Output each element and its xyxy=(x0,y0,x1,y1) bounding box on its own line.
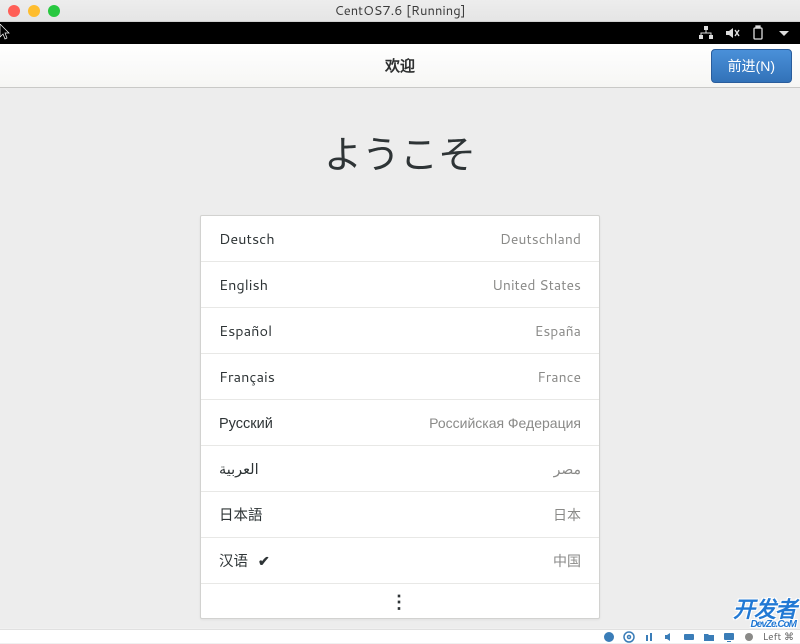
language-name: Deutsch xyxy=(219,228,275,249)
language-row[interactable]: 汉语 ✔ 中国 xyxy=(201,538,599,584)
window-controls xyxy=(8,5,60,17)
host-key-label: Left ⌘ xyxy=(763,630,794,644)
language-name: 日本語 xyxy=(219,504,263,525)
language-name: English xyxy=(219,274,268,295)
language-region: Deutschland xyxy=(500,229,581,249)
language-row[interactable]: Español España xyxy=(201,308,599,354)
language-row[interactable]: English United States xyxy=(201,262,599,308)
language-name: العربية xyxy=(219,458,259,479)
language-name: Русский xyxy=(219,412,273,433)
check-icon: ✔ xyxy=(258,551,270,571)
language-list: Deutsch Deutschland English United States Es… xyxy=(200,215,600,619)
language-region: 中国 xyxy=(553,551,581,571)
language-region: 日本 xyxy=(553,505,581,525)
hard-disk-icon[interactable] xyxy=(603,631,615,643)
language-region: Российская Федерация xyxy=(429,413,581,433)
close-window-button[interactable] xyxy=(8,5,20,17)
battery-icon[interactable] xyxy=(750,25,766,41)
window-title: CentOS7.6 [Running] xyxy=(0,2,800,20)
language-row[interactable]: Русский Российская Федерация xyxy=(201,400,599,446)
language-region: España xyxy=(535,321,581,341)
audio-icon[interactable] xyxy=(663,631,675,643)
usb-icon[interactable] xyxy=(643,631,655,643)
welcome-heading: ようこそ xyxy=(324,124,476,179)
network-icon[interactable] xyxy=(698,25,714,41)
language-row[interactable]: العربية مصر xyxy=(201,446,599,492)
optical-disk-icon[interactable] xyxy=(623,631,635,643)
header-title: 欢迎 xyxy=(0,55,800,76)
language-region: France xyxy=(537,367,581,387)
language-region: مصر xyxy=(554,459,581,479)
language-row[interactable]: Français France xyxy=(201,354,599,400)
recording-icon[interactable] xyxy=(743,631,755,643)
vm-guest-topbar xyxy=(0,22,800,44)
vm-status-bar: Left ⌘ xyxy=(0,629,800,643)
gnome-header: 欢迎 前进(N) xyxy=(0,44,800,88)
language-region: United States xyxy=(492,275,581,295)
language-name: Français xyxy=(219,366,275,387)
language-row[interactable]: 日本語 日本 xyxy=(201,492,599,538)
shared-folder-icon[interactable] xyxy=(703,631,715,643)
language-row[interactable]: Deutsch Deutschland xyxy=(201,216,599,262)
volume-muted-icon[interactable] xyxy=(724,25,740,41)
language-name: 汉语 xyxy=(219,550,248,571)
network-adapter-icon[interactable] xyxy=(683,631,695,643)
mac-titlebar: CentOS7.6 [Running] xyxy=(0,0,800,22)
more-languages-button[interactable]: ⋮ xyxy=(201,584,599,618)
chevron-down-icon[interactable] xyxy=(776,25,792,41)
minimize-window-button[interactable] xyxy=(28,5,40,17)
language-name: Español xyxy=(219,320,272,341)
zoom-window-button[interactable] xyxy=(48,5,60,17)
initial-setup-content: ようこそ Deutsch Deutschland English United Sta… xyxy=(0,88,800,628)
display-icon[interactable] xyxy=(723,631,735,643)
